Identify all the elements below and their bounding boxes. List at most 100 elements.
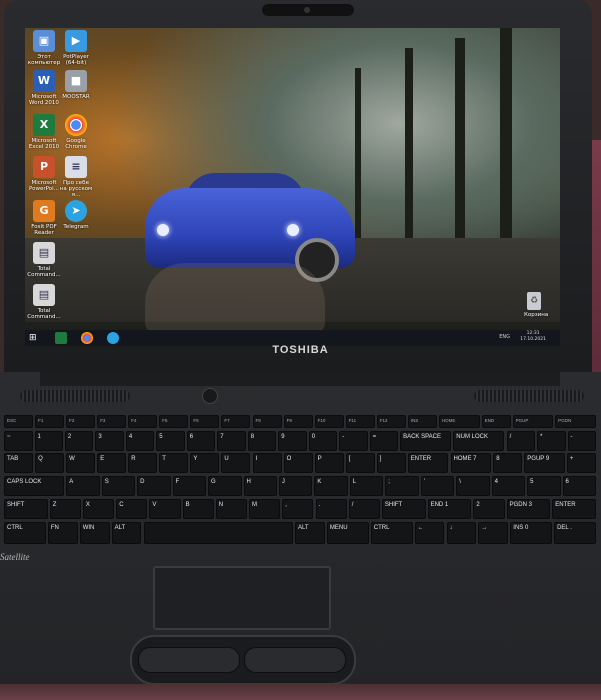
key[interactable]: NUM LOCK (453, 431, 505, 451)
key[interactable]: , (282, 499, 314, 519)
key[interactable]: ALT (295, 522, 325, 544)
desktop-icon-powerpoint[interactable]: P Microsoft PowerPoi... (27, 156, 61, 192)
key[interactable]: K (314, 476, 348, 496)
key[interactable]: ' (420, 476, 455, 496)
key[interactable]: G (208, 476, 242, 496)
key[interactable]: 8 (493, 453, 523, 473)
key[interactable]: 3 (95, 431, 124, 451)
key[interactable]: ↓ (446, 522, 477, 544)
power-button[interactable] (202, 388, 218, 404)
tray-language[interactable]: ENG (499, 334, 510, 340)
key[interactable]: F11 (345, 415, 375, 428)
key[interactable]: PGUP (512, 415, 554, 428)
key[interactable]: ~ (4, 431, 33, 451)
key[interactable]: 8 (247, 431, 277, 451)
key[interactable]: 5 (156, 431, 185, 451)
key[interactable]: 1 (34, 431, 63, 451)
key-space[interactable] (143, 522, 293, 544)
key[interactable]: INS (407, 415, 437, 428)
desktop-icon-recycle-bin[interactable]: ♻ Корзина (524, 292, 548, 318)
key[interactable]: ENTER (407, 453, 449, 473)
key[interactable]: W (66, 453, 96, 473)
key[interactable]: Q (35, 453, 65, 473)
key[interactable]: I (252, 453, 282, 473)
key[interactable]: C (116, 499, 148, 519)
key[interactable]: X (82, 499, 115, 519)
key[interactable]: Y (190, 453, 220, 473)
key[interactable]: PGDN (555, 415, 596, 428)
key[interactable]: ] (376, 453, 406, 473)
key[interactable]: J (278, 476, 313, 496)
key[interactable]: S (101, 476, 136, 496)
key[interactable]: - (339, 431, 368, 451)
key[interactable]: HOME 7 (450, 453, 492, 473)
key[interactable]: F12 (376, 415, 406, 428)
desktop-icon-potplayer[interactable]: ▶ PotPlayer (64-bit) (59, 30, 93, 66)
key[interactable]: F10 (314, 415, 344, 428)
key[interactable]: P (314, 453, 344, 473)
key[interactable]: END 1 (427, 499, 472, 519)
key[interactable]: HOME (438, 415, 480, 428)
key[interactable]: ALT (111, 522, 142, 544)
key[interactable]: 0 (308, 431, 338, 451)
desktop-icon-this-pc[interactable]: ▣ Этот компьютер (27, 30, 61, 66)
key[interactable]: PGDN 3 (506, 499, 551, 519)
touchpad[interactable] (153, 566, 331, 630)
taskbar-chrome-icon[interactable] (81, 332, 93, 344)
taskbar-telegram-icon[interactable] (107, 332, 119, 344)
key[interactable]: [ (345, 453, 375, 473)
key[interactable]: E (97, 453, 127, 473)
key[interactable]: 2 (473, 499, 505, 519)
taskbar-clock[interactable]: 12:31 17.10.2021 (520, 331, 546, 343)
key[interactable]: D (137, 476, 171, 496)
desktop-icon-moostar[interactable]: ■ MOOSTAR (59, 70, 93, 100)
key[interactable]: F8 (252, 415, 282, 428)
key[interactable]: H (243, 476, 277, 496)
key[interactable]: ENTER (552, 499, 596, 519)
key[interactable]: M (249, 499, 281, 519)
key[interactable]: F3 (97, 415, 127, 428)
key[interactable]: A (66, 476, 100, 496)
key[interactable]: Z (49, 499, 81, 519)
key[interactable]: R (128, 453, 158, 473)
key[interactable]: F6 (190, 415, 220, 428)
key[interactable]: F1 (35, 415, 65, 428)
desktop-icon-telegram[interactable]: ➤ Telegram (59, 200, 93, 230)
key[interactable]: BACK SPACE (400, 431, 452, 451)
key[interactable]: - (567, 431, 596, 451)
desktop-icon-document[interactable]: ≡ Про себе на русском я... (59, 156, 93, 198)
key[interactable]: F2 (66, 415, 96, 428)
key[interactable]: F5 (159, 415, 189, 428)
key[interactable]: \ (456, 476, 490, 496)
key[interactable]: F7 (221, 415, 251, 428)
key[interactable]: CTRL (4, 522, 46, 544)
touchpad-right-button[interactable] (244, 647, 346, 673)
key[interactable]: * (537, 431, 566, 451)
key[interactable]: 9 (278, 431, 307, 451)
key[interactable]: INS 0 (510, 522, 553, 544)
key[interactable]: PGUP 9 (524, 453, 565, 473)
key[interactable]: B (182, 499, 214, 519)
desktop-icon-total-commander-2[interactable]: ▤ Total Command... (27, 284, 61, 320)
key[interactable]: 7 (217, 431, 246, 451)
key[interactable]: 4 (491, 476, 526, 496)
taskbar-excel-icon[interactable] (55, 332, 67, 344)
key[interactable]: U (221, 453, 251, 473)
key[interactable]: V (149, 499, 181, 519)
key[interactable]: F9 (283, 415, 313, 428)
key[interactable]: 2 (64, 431, 94, 451)
key[interactable]: / (506, 431, 536, 451)
touchpad-left-button[interactable] (138, 647, 240, 673)
key[interactable]: = (369, 431, 399, 451)
key[interactable]: / (348, 499, 380, 519)
key[interactable]: END (481, 415, 511, 428)
key[interactable]: TAB (4, 453, 34, 473)
key[interactable]: T (159, 453, 189, 473)
key[interactable]: MENU (326, 522, 369, 544)
key[interactable]: ; (385, 476, 419, 496)
desktop-icon-chrome[interactable]: Google Chrome (59, 114, 93, 150)
key[interactable]: 6 (186, 431, 216, 451)
desktop-icon-foxit[interactable]: G Foxit PDF Reader (27, 200, 61, 236)
key[interactable]: CTRL (370, 522, 413, 544)
key[interactable]: DEL . (554, 522, 596, 544)
